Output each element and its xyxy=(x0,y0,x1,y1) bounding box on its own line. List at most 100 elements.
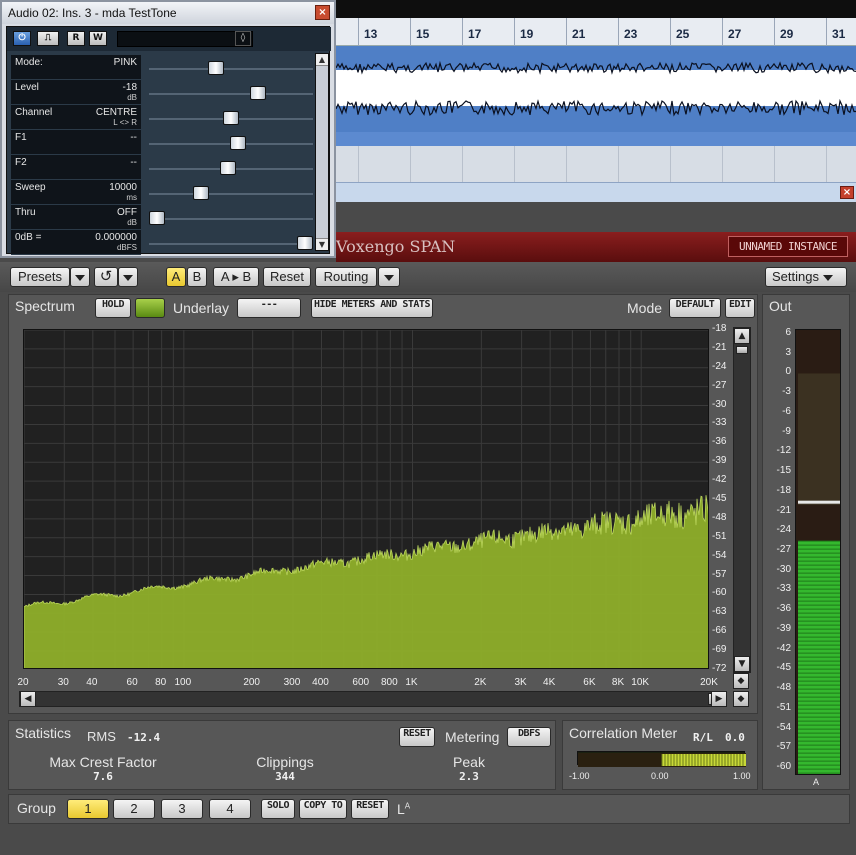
param-value[interactable]: 0.000000 xyxy=(95,232,137,243)
param-value[interactable]: -18 xyxy=(123,82,137,93)
out-tick-label: -42 xyxy=(776,642,791,654)
preset-display[interactable] xyxy=(117,31,253,47)
param-value[interactable]: PINK xyxy=(114,57,137,68)
group-2-button[interactable]: 2 xyxy=(113,799,155,819)
param-slider-track[interactable] xyxy=(149,243,313,245)
freq-tick-label: 10K xyxy=(631,677,650,688)
db-range-scrollbar[interactable]: ▲ ▼ xyxy=(733,327,751,673)
param-value[interactable]: OFF xyxy=(117,207,137,218)
freq-zoom-diamond-icon[interactable]: ◆ xyxy=(733,691,749,707)
freq-tick-label: 800 xyxy=(380,677,398,688)
ruler-tick xyxy=(566,18,567,46)
undo-dropdown-icon[interactable] xyxy=(118,267,138,287)
group-3-button[interactable]: 3 xyxy=(161,799,203,819)
clippings-label: Clippings xyxy=(256,754,314,770)
scroll-up-icon[interactable]: ▲ xyxy=(316,54,328,66)
presets-button[interactable]: Presets xyxy=(10,267,70,287)
param-unit: L <> R xyxy=(113,118,137,127)
param-slider-knob[interactable] xyxy=(249,86,266,100)
param-slider-knob[interactable] xyxy=(223,111,239,125)
param-slider-knob[interactable] xyxy=(297,236,313,250)
param-slider-track[interactable] xyxy=(149,218,313,220)
param-value[interactable]: -- xyxy=(130,157,137,168)
settings-label: Settings xyxy=(772,269,819,284)
scroll-left-icon[interactable]: ◀ xyxy=(20,691,36,707)
timeline-ruler[interactable]: 13 15 17 19 21 23 25 27 29 31 xyxy=(336,18,856,46)
param-unit: dBFS xyxy=(116,243,137,252)
presets-dropdown-icon[interactable] xyxy=(70,267,90,287)
param-slider-knob[interactable] xyxy=(149,211,165,225)
read-automation-button[interactable]: R xyxy=(67,31,85,46)
scroll-down-icon[interactable]: ▼ xyxy=(316,238,328,250)
param-slider-knob[interactable] xyxy=(193,186,210,200)
param-slider-knob[interactable] xyxy=(208,61,225,75)
undo-icon[interactable]: ↺ xyxy=(94,267,118,287)
scroll-up-icon[interactable]: ▲ xyxy=(734,328,750,344)
param-slider-knob[interactable] xyxy=(220,161,237,175)
output-meter-panel: Out A 6 3 0 -3 -6 -9 -12 -15 -18 -21 -24 -27 -30 -33 -… xyxy=(762,294,850,790)
out-tick-label: -33 xyxy=(776,583,791,595)
param-value[interactable]: -- xyxy=(130,132,137,143)
grid-line xyxy=(514,146,515,182)
metering-mode-button[interactable]: DBFS xyxy=(507,727,551,747)
grid-line xyxy=(358,146,359,182)
out-tick-label: -6 xyxy=(782,405,791,417)
b-button[interactable]: B xyxy=(187,267,207,287)
scroll-right-icon[interactable]: ▶ xyxy=(711,691,727,707)
write-automation-button[interactable]: W xyxy=(89,31,107,46)
bypass-icon[interactable]: ⎍ xyxy=(37,31,59,46)
peak-label: Peak xyxy=(453,754,485,770)
power-icon[interactable]: ⏻ xyxy=(13,31,31,46)
param-slider-knob[interactable] xyxy=(230,136,247,150)
param-row: Mode: PINK xyxy=(11,55,141,80)
param-value[interactable]: 10000 xyxy=(109,182,137,193)
spectrum-color-swatch[interactable] xyxy=(135,298,165,318)
testtone-titlebar[interactable]: Audio 02: Ins. 3 - mda TestTone × xyxy=(2,2,334,24)
db-tick-label: -36 xyxy=(712,436,727,448)
group-1-button[interactable]: 1 xyxy=(67,799,109,819)
param-row: Thru OFF dB xyxy=(11,205,141,230)
audio-track-waveform[interactable] xyxy=(336,46,856,132)
routing-dropdown-icon[interactable] xyxy=(378,267,400,287)
mode-default-button[interactable]: DEFAULT xyxy=(669,298,721,318)
plugin-window-titlebar[interactable] xyxy=(336,182,856,202)
instance-name-button[interactable]: UNNAMED INSTANCE xyxy=(728,236,848,257)
hold-button[interactable]: HOLD xyxy=(95,298,131,318)
corr-scale-max: 1.00 xyxy=(733,771,751,781)
mode-edit-button[interactable]: EDIT xyxy=(725,298,755,318)
underlay-select[interactable]: --- xyxy=(237,298,301,318)
param-value[interactable]: CENTRE xyxy=(96,107,137,118)
reset-button[interactable]: Reset xyxy=(263,267,311,287)
a-to-b-button[interactable]: A ▸ B xyxy=(213,267,259,287)
spectrum-plot[interactable] xyxy=(23,329,709,669)
param-slider-track[interactable] xyxy=(149,193,313,195)
stats-reset-button[interactable]: RESET xyxy=(399,727,435,747)
span-close-icon[interactable]: × xyxy=(840,186,854,199)
out-tick-label: -9 xyxy=(782,425,791,437)
param-slider-track[interactable] xyxy=(149,93,313,95)
parameter-scrollbar[interactable]: ▲ ▼ xyxy=(315,53,329,251)
scroll-down-icon[interactable]: ▼ xyxy=(734,656,750,672)
copy-to-button[interactable]: COPY TO xyxy=(299,799,347,819)
group-4-button[interactable]: 4 xyxy=(209,799,251,819)
db-scroll-thumb[interactable] xyxy=(736,346,748,354)
hide-meters-button[interactable]: HIDE METERS AND STATS xyxy=(311,298,433,318)
preset-browser-icon[interactable]: ◊ xyxy=(235,31,251,46)
param-slider-track[interactable] xyxy=(149,68,313,70)
a-button[interactable]: A xyxy=(166,267,186,287)
meter-upper-zone xyxy=(798,373,840,505)
freq-tick-label: 1K xyxy=(405,677,418,688)
ruler-tick xyxy=(670,18,671,46)
group-reset-button[interactable]: RESET xyxy=(351,799,389,819)
solo-button[interactable]: SOLO xyxy=(261,799,295,819)
close-icon[interactable]: × xyxy=(315,5,330,20)
audio-track-lane[interactable] xyxy=(336,132,856,146)
ruler-number: 17 xyxy=(468,27,482,41)
zoom-diamond-icon[interactable]: ◆ xyxy=(733,673,749,689)
freq-tick-label: 60 xyxy=(126,677,138,688)
settings-button[interactable]: Settings xyxy=(765,267,847,287)
statistics-panel: Statistics RMS -12.4 RESET Metering DBFS… xyxy=(8,720,556,790)
routing-button[interactable]: Routing xyxy=(315,267,377,287)
frequency-scrollbar[interactable]: ◀ xyxy=(19,691,719,707)
param-row: Level -18 dB xyxy=(11,80,141,105)
